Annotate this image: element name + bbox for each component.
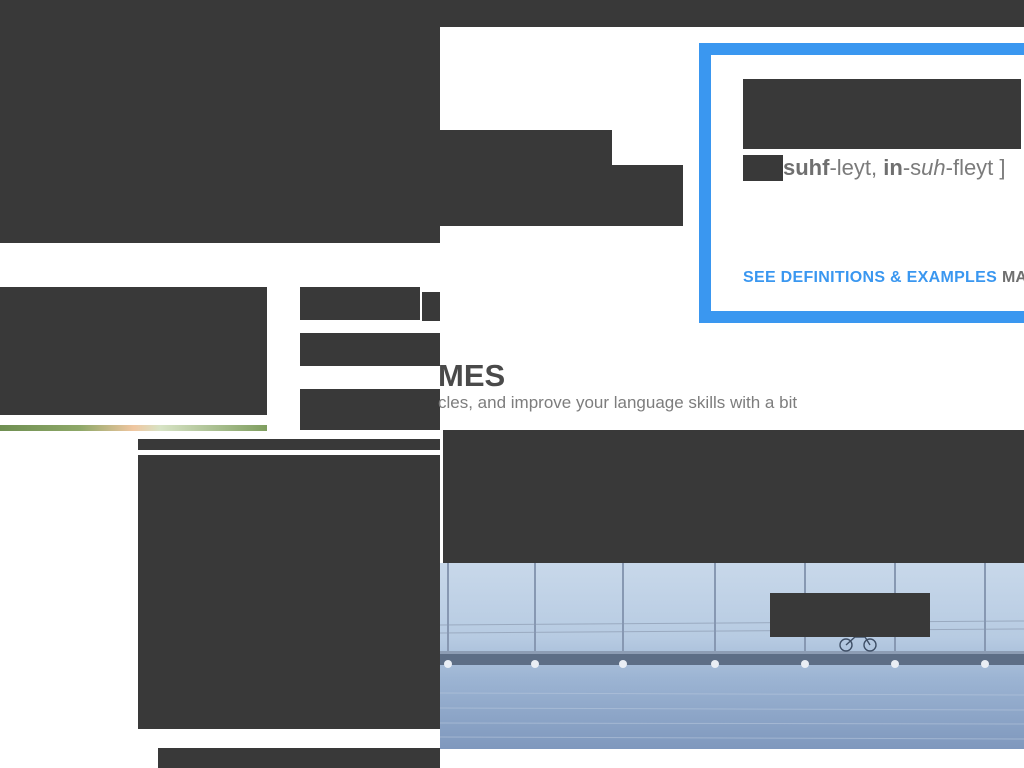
- hero-redacted: [0, 0, 440, 243]
- bridge-illustration: [440, 563, 1024, 740]
- photo-caption-redacted: [770, 593, 930, 637]
- pron-part-2: -leyt,: [829, 155, 884, 180]
- word-of-the-day-card: suhf-leyt, in-suh-fleyt ] SEE DEFINITION…: [699, 43, 1024, 323]
- nav-item-redacted-4[interactable]: [300, 389, 440, 430]
- nav-item-redacted-3[interactable]: [300, 333, 440, 366]
- bridge-photo[interactable]: [440, 563, 1024, 749]
- flower-image: [0, 425, 267, 431]
- word-redacted: [743, 79, 1021, 149]
- games-section-title: MES: [438, 358, 506, 393]
- more-link[interactable]: MA: [1002, 269, 1024, 287]
- heading-redacted-2: [440, 165, 683, 226]
- pron-stress-1: suhf: [783, 155, 830, 180]
- pronunciation-redacted: [743, 155, 783, 181]
- pron-stress-2: in: [883, 155, 903, 180]
- games-section-subtitle: cles, and improve your language skills w…: [438, 393, 798, 412]
- nav-item-redacted-2[interactable]: [422, 292, 440, 321]
- thumbnail-redacted: [0, 287, 267, 415]
- pron-part-6: -fleyt ]: [945, 155, 1006, 180]
- heading-redacted: [440, 130, 612, 165]
- card-header-redacted: [138, 439, 440, 450]
- game-card-redacted[interactable]: [443, 430, 1024, 563]
- card-body-redacted: [138, 455, 440, 729]
- pronunciation: suhf-leyt, in-suh-fleyt ]: [743, 155, 1006, 181]
- pron-italic: uh: [921, 155, 946, 180]
- footer-redacted: [158, 748, 440, 768]
- nav-item-redacted[interactable]: [300, 287, 420, 320]
- see-definitions-link[interactable]: SEE DEFINITIONS & EXAMPLES: [743, 269, 997, 287]
- pron-part-4: -s: [902, 155, 922, 180]
